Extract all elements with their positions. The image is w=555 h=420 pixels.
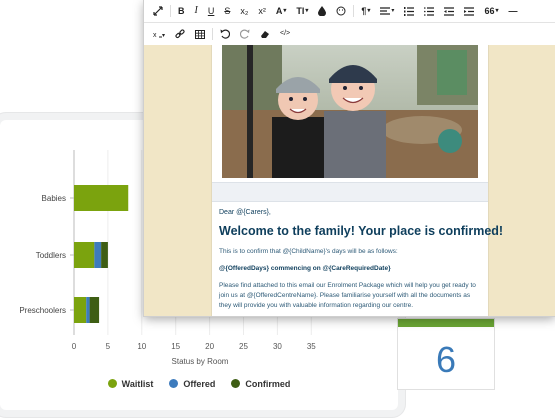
toolbar-row-1: B I U S x₂ x² A ▾ TI ▾ ¶ ▾ ▾ 66 ▾ — (144, 0, 555, 23)
subscript-button[interactable]: x₂ (235, 2, 253, 20)
table-icon[interactable] (190, 29, 210, 39)
legend-label: Confirmed (245, 379, 291, 389)
calendar-header-bar (398, 319, 494, 327)
bar-waitlist (74, 242, 95, 268)
svg-text:x: x (153, 32, 157, 39)
children-photo (222, 45, 478, 178)
category-label: Toddlers (36, 251, 66, 260)
image-caption-band (212, 182, 488, 202)
bar-offered (94, 242, 102, 268)
legend-item: Confirmed (231, 379, 290, 389)
align-button[interactable]: ▾ (375, 2, 399, 20)
font-color-label: A (275, 6, 283, 16)
bold-button[interactable]: B (173, 2, 190, 20)
chevron-down-icon: ▾ (305, 8, 309, 14)
email-offered-days: @{OfferedDays} commencing on @{CareRequi… (219, 265, 391, 272)
quote-label: 66 (484, 6, 495, 16)
ordered-list-button[interactable] (399, 6, 419, 16)
expand-icon[interactable] (148, 6, 168, 16)
unordered-list-button[interactable] (419, 6, 439, 16)
italic-button[interactable]: I (190, 2, 203, 20)
x-axis-title: Status by Room (172, 357, 229, 366)
code-view-button[interactable]: </> (275, 25, 295, 43)
x-tick-label: 0 (72, 342, 77, 351)
legend-swatch (107, 379, 117, 388)
outdent-button[interactable] (439, 6, 459, 16)
link-icon[interactable] (170, 29, 190, 39)
email-paragraph-1: This is to confirm that @{ChildName}'s d… (219, 248, 398, 255)
bar-waitlist (74, 297, 87, 323)
x-tick-label: 15 (171, 342, 180, 351)
indent-button[interactable] (459, 6, 479, 16)
ink-drop-icon[interactable] (313, 6, 331, 16)
emoji-icon[interactable] (331, 6, 351, 16)
font-size-label: TI (296, 6, 305, 16)
legend-label: Offered (183, 379, 216, 389)
x-tick-label: 5 (106, 342, 111, 351)
x-tick-label: 35 (307, 342, 316, 351)
quote-button[interactable]: 66 ▾ (479, 2, 503, 20)
chevron-down-icon: ▾ (367, 8, 371, 14)
bar-waitlist (74, 185, 129, 211)
email-body: Dear @{Carers}, Welcome to the family! Y… (219, 209, 504, 311)
chevron-down-icon: ▾ (283, 8, 287, 14)
chevron-down-icon: ▾ (391, 8, 395, 14)
legend-item: Offered (169, 379, 215, 389)
toolbar-separator (212, 28, 213, 40)
paragraph-button[interactable]: ¶ ▾ (356, 2, 375, 20)
toolbar-separator (353, 5, 355, 17)
x-tick-label: 10 (137, 342, 146, 351)
redo-icon[interactable] (235, 29, 255, 39)
x-tick-label: 20 (205, 342, 214, 351)
eraser-icon[interactable] (255, 29, 275, 39)
email-salutation: Dear @{Carers}, (219, 209, 271, 216)
x-tick-label: 30 (273, 342, 282, 351)
legend-item: Waitlist (107, 379, 154, 389)
paragraph-label: ¶ (361, 6, 367, 16)
legend-swatch (231, 379, 241, 388)
calendar-card: 6 (397, 318, 495, 390)
chevron-down-icon: ▾ (495, 8, 499, 14)
bar-confirmed (89, 297, 100, 323)
bar-offered (86, 297, 90, 323)
category-label: Preschoolers (19, 306, 66, 315)
underline-button[interactable]: U (203, 2, 220, 20)
email-document[interactable]: Dear @{Carers}, Welcome to the family! Y… (211, 45, 504, 316)
category-label: Babies (42, 194, 66, 203)
undo-icon[interactable] (215, 29, 235, 39)
svg-text:▾: ▾ (162, 33, 165, 39)
horizontal-rule-button[interactable]: — (503, 2, 522, 20)
email-editor-window: B I U S x₂ x² A ▾ TI ▾ ¶ ▾ ▾ 66 ▾ — x ▾ … (144, 0, 555, 316)
superscript-button[interactable]: x² (253, 2, 271, 20)
editor-canvas: Dear @{Carers}, Welcome to the family! Y… (144, 45, 555, 316)
calendar-day-number: 6 (435, 339, 457, 380)
toolbar-separator (170, 5, 171, 17)
strikethrough-button[interactable]: S (219, 2, 235, 20)
email-headline: Welcome to the family! Your place is con… (219, 224, 504, 238)
chart-legend: Waitlist Offered Confirmed (0, 379, 398, 389)
toolbar-row-2: x ▾ </> (144, 23, 555, 46)
font-size-button[interactable]: TI ▾ (291, 2, 313, 20)
legend-label: Waitlist (121, 379, 154, 389)
email-paragraph-2: Please find attached to this email our E… (219, 282, 476, 309)
bar-confirmed (101, 242, 108, 268)
font-color-button[interactable]: A ▾ (271, 2, 292, 20)
special-chars-button[interactable]: x ▾ (148, 30, 170, 39)
legend-swatch (169, 379, 179, 388)
x-tick-label: 25 (239, 342, 248, 351)
